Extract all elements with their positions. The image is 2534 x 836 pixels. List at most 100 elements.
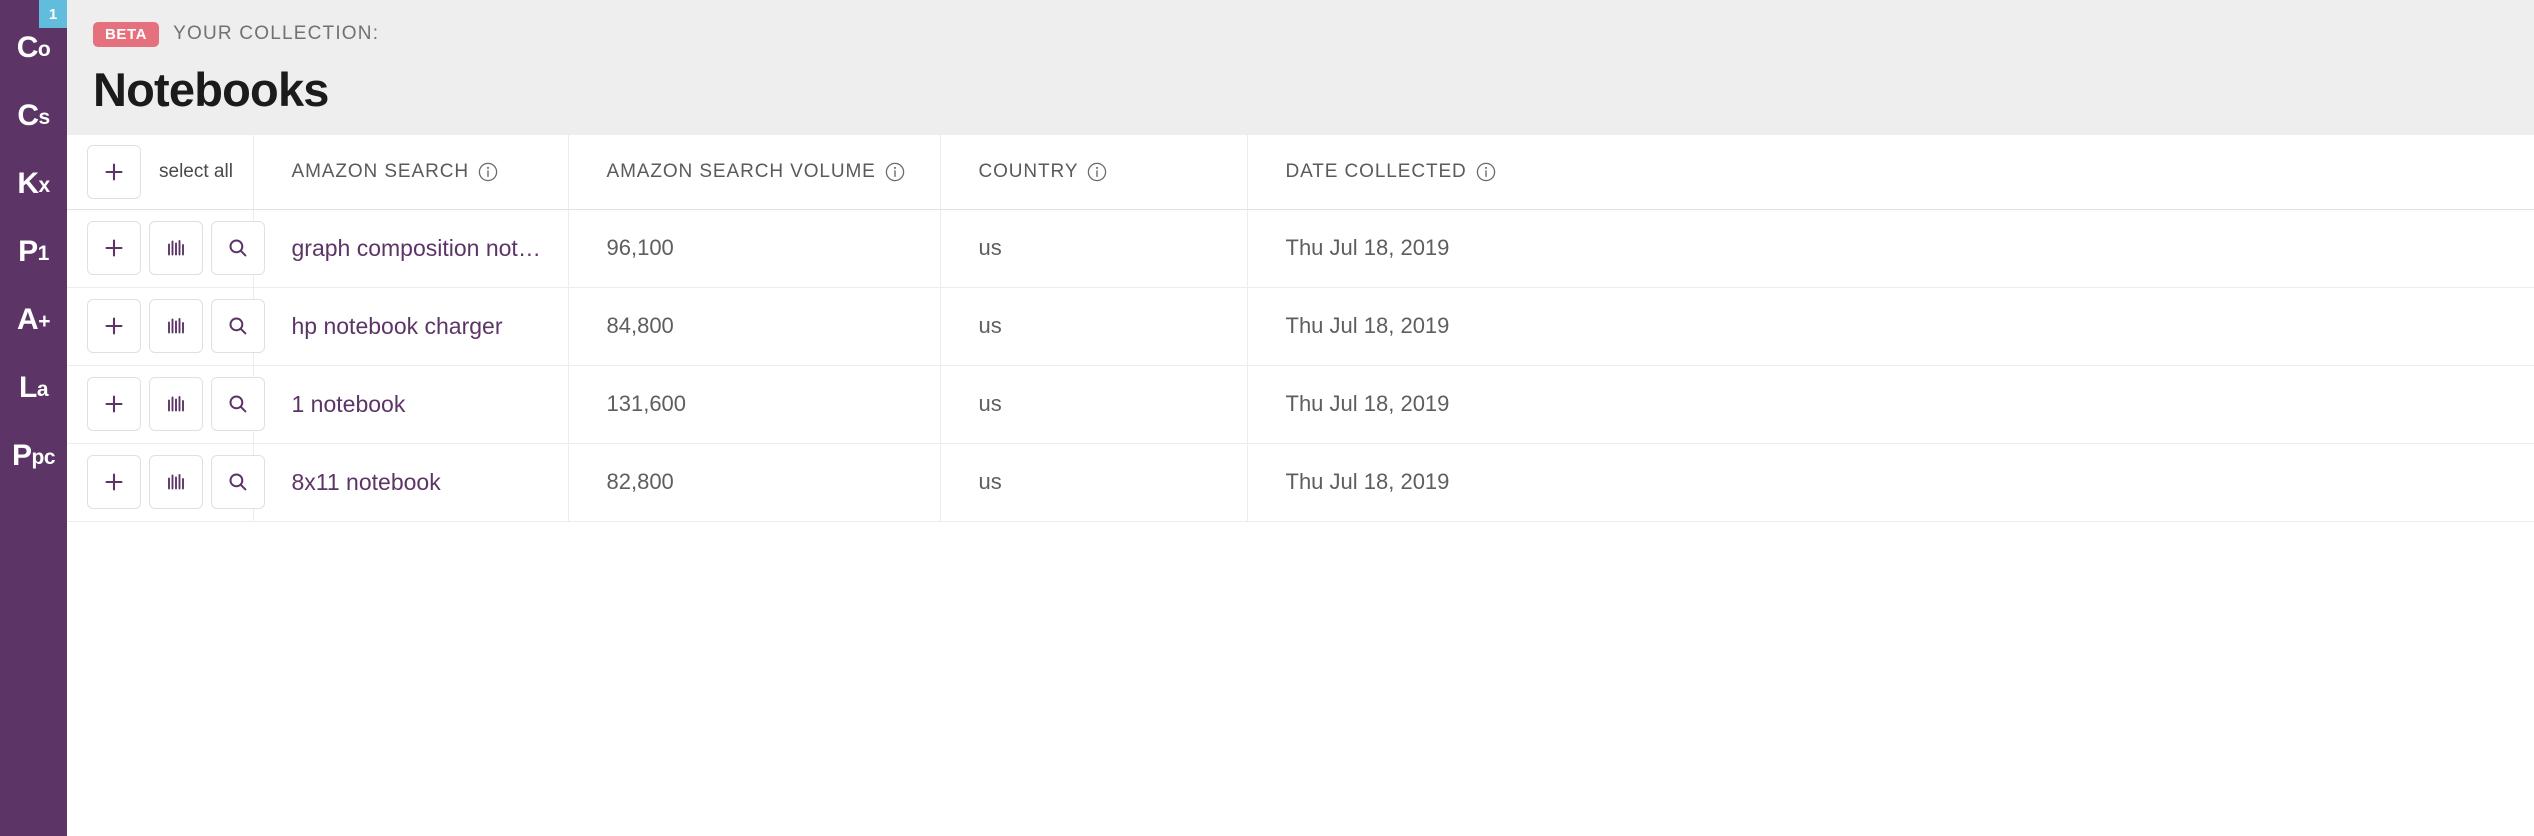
keyword-link[interactable]: hp notebook charger	[292, 313, 552, 340]
info-icon[interactable]	[1087, 162, 1107, 182]
search-icon	[226, 314, 250, 338]
cell-amazon-search-volume: 82,800	[568, 443, 941, 522]
table-row[interactable]: hp notebook charger 84,800 us Thu Jul 18, 2…	[67, 287, 2534, 366]
table-body: graph composition notebo... 96,100 us Thu J…	[67, 209, 2534, 522]
sidebar-items: Co Cs Kx P1 A+ La Ppc	[0, 14, 67, 490]
cell-date-collected-value: Thu Jul 18, 2019	[1285, 469, 1450, 494]
sidebar-item-la[interactable]: La	[0, 354, 67, 422]
cell-country-value: us	[978, 313, 1002, 338]
cell-amazon-search-volume: 131,600	[568, 365, 941, 444]
keyword-link[interactable]: graph composition notebo...	[292, 235, 552, 262]
row-add-button[interactable]	[87, 455, 141, 509]
header-cell-country[interactable]: COUNTRY	[940, 135, 1248, 210]
cell-amazon-search-volume-value: 84,800	[606, 313, 674, 338]
row-trend-button[interactable]	[149, 221, 203, 275]
sidebar-item-p1[interactable]: P1	[0, 218, 67, 286]
sidebar-item-label: P1	[18, 235, 49, 268]
row-actions-cell	[67, 287, 265, 366]
row-trend-button[interactable]	[149, 455, 203, 509]
row-search-button[interactable]	[211, 221, 265, 275]
beta-badge: BETA	[93, 21, 160, 47]
cell-amazon-search: 8x11 notebook	[253, 443, 569, 522]
info-icon[interactable]	[478, 162, 498, 182]
keyword-link[interactable]: 1 notebook	[292, 391, 552, 418]
row-trend-button[interactable]	[149, 299, 203, 353]
cell-country-value: us	[978, 391, 1002, 416]
search-icon	[226, 392, 250, 416]
header-cell-amazon-search-volume[interactable]: AMAZON SEARCH VOLUME	[568, 135, 941, 210]
row-actions-cell	[67, 209, 265, 288]
row-add-button[interactable]	[87, 377, 141, 431]
cell-date-collected: Thu Jul 18, 2019	[1247, 287, 2534, 366]
row-search-button[interactable]	[211, 377, 265, 431]
sidebar-item-label: Kx	[17, 167, 50, 200]
cell-country-value: us	[978, 469, 1002, 494]
plus-icon	[102, 236, 126, 260]
header-label-date-collected: DATE COLLECTED	[1285, 160, 1467, 182]
cell-date-collected-value: Thu Jul 18, 2019	[1285, 313, 1450, 338]
cell-amazon-search: 1 notebook	[253, 365, 569, 444]
sidebar-item-label: A+	[17, 303, 50, 336]
app-root: 1 Co Cs Kx P1 A+ La Ppc BETA YOUR COLLECTION: …	[0, 0, 2534, 836]
cell-amazon-search: graph composition notebo...	[253, 209, 569, 288]
collection-label: YOUR COLLECTION:	[173, 23, 380, 44]
header-cell-date-collected[interactable]: DATE COLLECTED	[1247, 135, 2534, 210]
cell-date-collected-value: Thu Jul 18, 2019	[1285, 235, 1450, 260]
main-content: BETA YOUR COLLECTION: Notebooks select a…	[67, 0, 2534, 836]
page-header: BETA YOUR COLLECTION: Notebooks	[67, 0, 2534, 135]
sidebar-item-label: Ppc	[11, 439, 56, 472]
table-header-row: select all AMAZON SEARCH AMAZON SEARCH V…	[67, 135, 2534, 210]
plus-icon	[102, 314, 126, 338]
cell-country: us	[940, 287, 1248, 366]
cell-amazon-search-volume: 84,800	[568, 287, 941, 366]
cell-amazon-search-volume-value: 82,800	[606, 469, 674, 494]
row-actions-cell	[67, 443, 265, 522]
cell-country: us	[940, 443, 1248, 522]
cell-date-collected: Thu Jul 18, 2019	[1247, 443, 2534, 522]
table-header: select all AMAZON SEARCH AMAZON SEARCH V…	[67, 135, 2534, 210]
row-add-button[interactable]	[87, 221, 141, 275]
sidebar-item-a-plus[interactable]: A+	[0, 286, 67, 354]
sidebar-notification-badge[interactable]: 1	[39, 0, 67, 28]
header-label-country: COUNTRY	[978, 160, 1079, 182]
cell-date-collected: Thu Jul 18, 2019	[1247, 365, 2534, 444]
collection-line: BETA YOUR COLLECTION:	[93, 20, 2534, 48]
table-row[interactable]: 1 notebook 131,600 us Thu Jul 18, 2019	[67, 365, 2534, 444]
row-search-button[interactable]	[211, 299, 265, 353]
plus-icon	[102, 470, 126, 494]
plus-icon	[102, 392, 126, 416]
info-icon[interactable]	[1476, 162, 1496, 182]
page-title: Notebooks	[93, 63, 329, 116]
table-scroll-container[interactable]: select all AMAZON SEARCH AMAZON SEARCH V…	[67, 135, 2534, 836]
bar-chart-icon	[164, 314, 188, 338]
info-icon[interactable]	[885, 162, 905, 182]
row-actions-cell	[67, 365, 265, 444]
cell-amazon-search: hp notebook charger	[253, 287, 569, 366]
sidebar-item-label: La	[18, 371, 49, 404]
cell-country: us	[940, 365, 1248, 444]
cell-date-collected: Thu Jul 18, 2019	[1247, 209, 2534, 288]
sidebar: 1 Co Cs Kx P1 A+ La Ppc	[0, 0, 67, 836]
cell-date-collected-value: Thu Jul 18, 2019	[1285, 391, 1450, 416]
search-icon	[226, 470, 250, 494]
header-label-amazon-search: AMAZON SEARCH	[291, 160, 469, 182]
header-cell-actions: select all	[67, 135, 254, 210]
cell-amazon-search-volume: 96,100	[568, 209, 941, 288]
select-all-button[interactable]	[87, 144, 141, 199]
sidebar-item-cs[interactable]: Cs	[0, 82, 67, 150]
collection-table: select all AMAZON SEARCH AMAZON SEARCH V…	[67, 135, 2534, 522]
sidebar-item-ppc[interactable]: Ppc	[0, 422, 67, 490]
header-cell-amazon-search[interactable]: AMAZON SEARCH	[253, 135, 569, 210]
cell-country: us	[940, 209, 1248, 288]
row-add-button[interactable]	[87, 299, 141, 353]
table-row[interactable]: graph composition notebo... 96,100 us Thu J…	[67, 209, 2534, 288]
plus-icon	[102, 160, 126, 184]
cell-country-value: us	[978, 235, 1002, 260]
row-search-button[interactable]	[211, 455, 265, 509]
bar-chart-icon	[164, 236, 188, 260]
row-trend-button[interactable]	[149, 377, 203, 431]
table-row[interactable]: 8x11 notebook 82,800 us Thu Jul 18, 2019	[67, 443, 2534, 522]
sidebar-item-kx[interactable]: Kx	[0, 150, 67, 218]
keyword-link[interactable]: 8x11 notebook	[292, 469, 552, 496]
cell-amazon-search-volume-value: 131,600	[606, 391, 687, 416]
